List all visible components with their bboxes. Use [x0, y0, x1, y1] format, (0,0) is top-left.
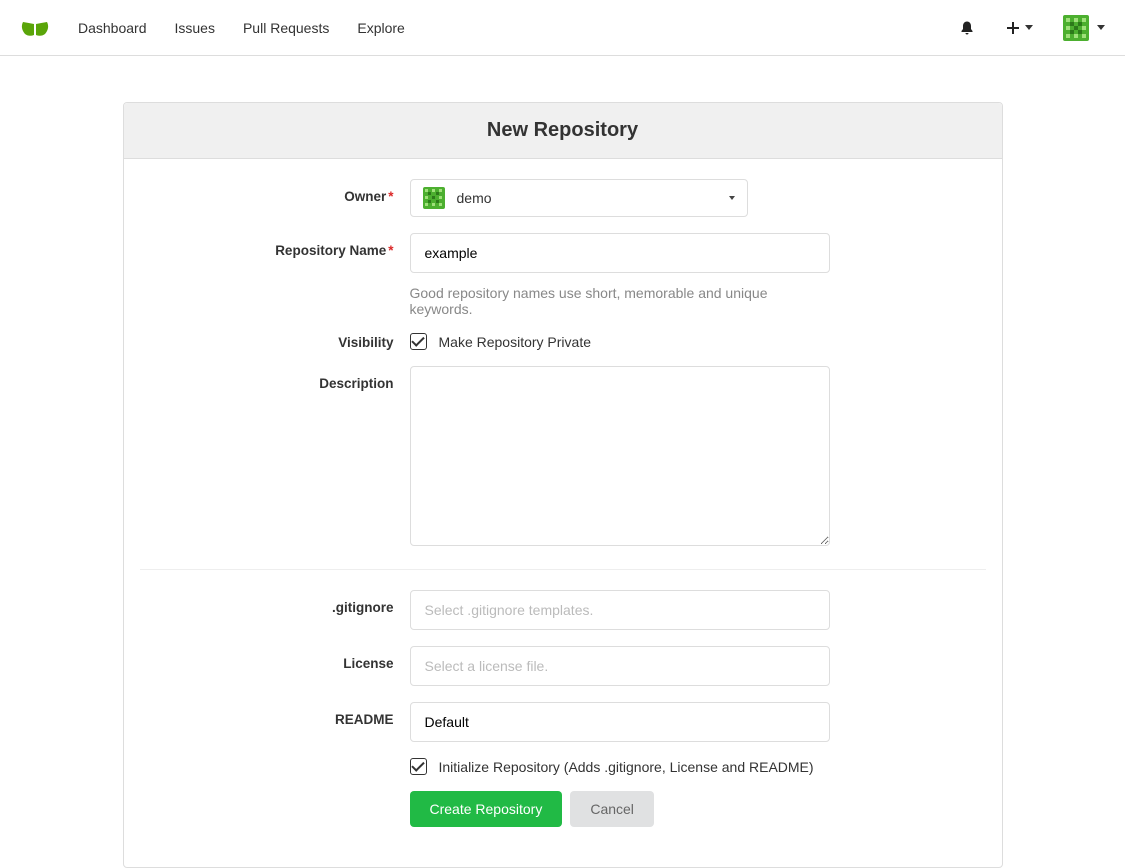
user-avatar-icon [1063, 15, 1089, 41]
caret-down-icon [1025, 25, 1033, 30]
owner-value: demo [457, 190, 492, 206]
panel-body: Owner* [124, 159, 1002, 867]
gitea-logo[interactable] [20, 18, 50, 38]
license-control [410, 646, 830, 686]
description-label: Description [140, 366, 410, 391]
init-repo-label: Initialize Repository (Adds .gitignore, … [439, 759, 814, 775]
gitignore-row: .gitignore [140, 590, 986, 630]
nav-issues[interactable]: Issues [175, 20, 215, 36]
gitea-logo-icon [20, 18, 50, 38]
nav-pull-requests[interactable]: Pull Requests [243, 20, 329, 36]
notifications-button[interactable] [959, 20, 975, 36]
license-row: License [140, 646, 986, 686]
cancel-button[interactable]: Cancel [570, 791, 654, 827]
caret-down-icon [729, 196, 735, 200]
navbar: Dashboard Issues Pull Requests Explore [0, 0, 1125, 56]
readme-control [410, 702, 830, 742]
visibility-checkbox-label: Make Repository Private [439, 334, 592, 350]
user-dropdown[interactable] [1063, 15, 1105, 41]
create-dropdown[interactable] [1005, 20, 1033, 36]
gitignore-input[interactable] [410, 590, 830, 630]
page-title: New Repository [140, 119, 986, 142]
caret-down-icon [1097, 25, 1105, 30]
license-input[interactable] [410, 646, 830, 686]
description-textarea[interactable] [410, 366, 830, 546]
readme-label: README [140, 702, 410, 727]
description-control [410, 366, 830, 549]
repo-name-hint: Good repository names use short, memorab… [410, 285, 830, 317]
init-repo-control: Initialize Repository (Adds .gitignore, … [410, 758, 830, 827]
init-repo-row: Initialize Repository (Adds .gitignore, … [140, 758, 986, 827]
repo-name-control: Good repository names use short, memorab… [410, 233, 830, 317]
nav-explore[interactable]: Explore [357, 20, 404, 36]
init-repo-checkbox[interactable] [410, 758, 427, 775]
visibility-control: Make Repository Private [410, 333, 830, 350]
owner-row: Owner* [140, 179, 986, 217]
new-repo-panel: New Repository Owner* [123, 102, 1003, 868]
gitignore-control [410, 590, 830, 630]
owner-control: demo [410, 179, 830, 217]
description-row: Description [140, 366, 986, 549]
divider [140, 569, 986, 570]
create-repository-button[interactable]: Create Repository [410, 791, 563, 827]
required-indicator: * [388, 243, 393, 258]
nav-dashboard[interactable]: Dashboard [78, 20, 147, 36]
owner-label: Owner* [140, 179, 410, 204]
license-label: License [140, 646, 410, 671]
plus-icon [1005, 20, 1021, 36]
panel-header: New Repository [124, 103, 1002, 159]
visibility-checkbox[interactable] [410, 333, 427, 350]
navbar-right [959, 15, 1105, 41]
visibility-row: Visibility Make Repository Private [140, 333, 986, 350]
main-container: New Repository Owner* [123, 102, 1003, 868]
button-row: Create Repository Cancel [410, 791, 830, 827]
repo-name-input[interactable] [410, 233, 830, 273]
required-indicator: * [388, 189, 393, 204]
gitignore-label: .gitignore [140, 590, 410, 615]
repo-name-label: Repository Name* [140, 233, 410, 258]
readme-input[interactable] [410, 702, 830, 742]
bell-icon [959, 20, 975, 36]
visibility-label: Visibility [140, 333, 410, 350]
owner-dropdown[interactable]: demo [410, 179, 748, 217]
repo-name-row: Repository Name* Good repository names u… [140, 233, 986, 317]
navbar-left: Dashboard Issues Pull Requests Explore [20, 18, 405, 38]
readme-row: README [140, 702, 986, 742]
owner-avatar-icon [423, 187, 445, 209]
